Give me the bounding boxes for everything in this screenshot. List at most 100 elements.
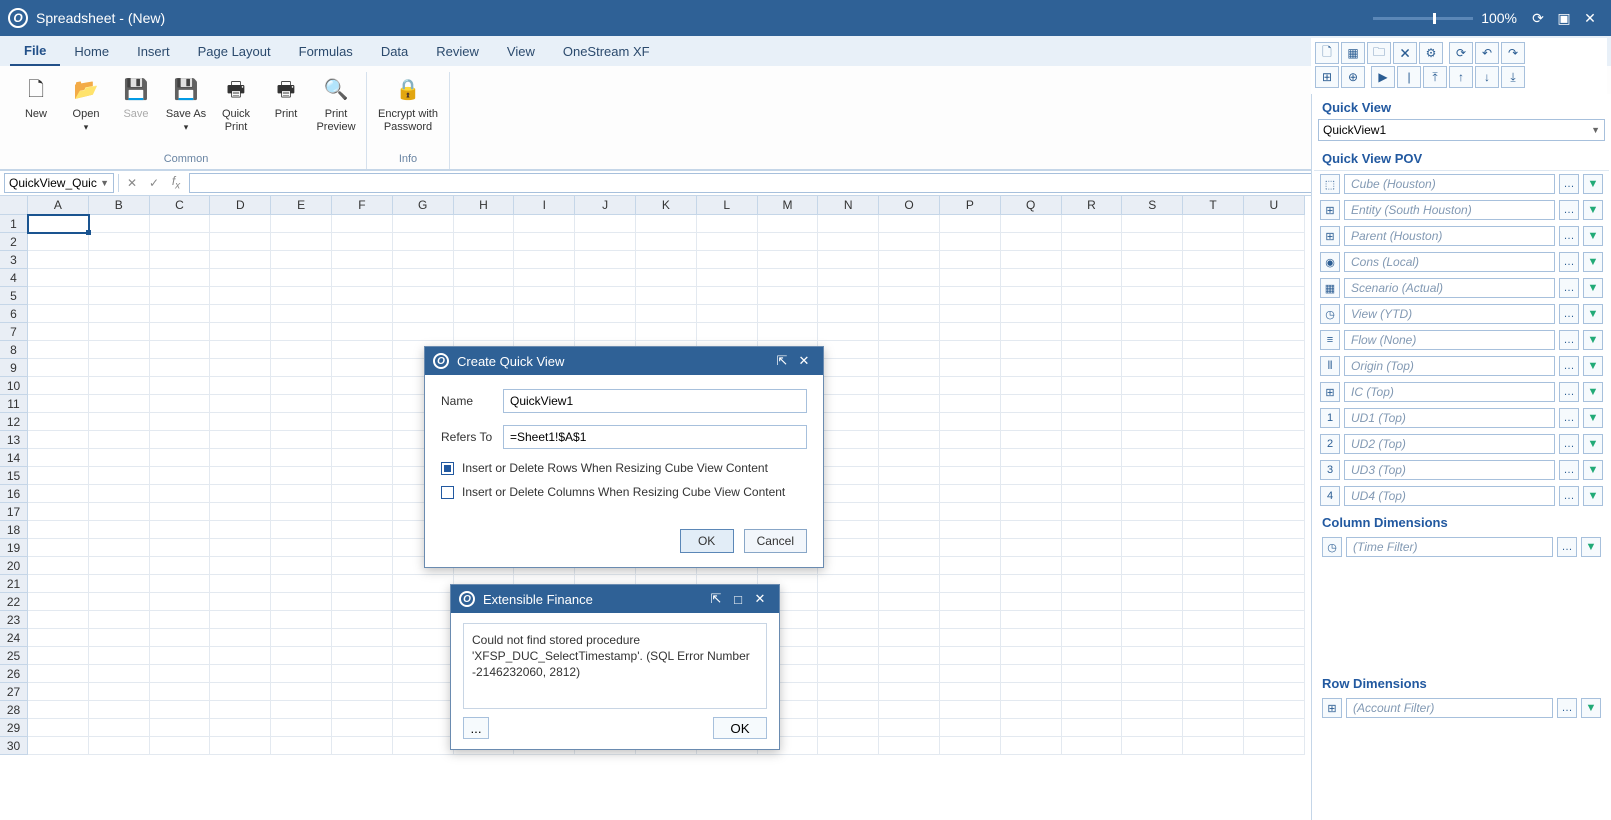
cell[interactable] — [28, 503, 89, 521]
column-header[interactable]: L — [697, 196, 758, 215]
cell[interactable] — [1062, 539, 1123, 557]
cell[interactable] — [514, 323, 575, 341]
cell[interactable] — [818, 323, 879, 341]
ellipsis-button[interactable]: … — [1559, 200, 1579, 220]
cell[interactable] — [271, 251, 332, 269]
row-header[interactable]: 2 — [0, 233, 28, 251]
cell[interactable] — [393, 611, 454, 629]
cell[interactable] — [879, 305, 940, 323]
cell[interactable] — [514, 251, 575, 269]
cell[interactable] — [89, 341, 150, 359]
cell[interactable] — [393, 647, 454, 665]
row-header[interactable]: 25 — [0, 647, 28, 665]
cell[interactable] — [818, 467, 879, 485]
cell[interactable] — [89, 431, 150, 449]
cell[interactable] — [879, 647, 940, 665]
cell[interactable] — [818, 647, 879, 665]
cell[interactable] — [89, 449, 150, 467]
tool-expand-icon[interactable]: ⤓ — [1501, 66, 1525, 88]
cell[interactable] — [575, 233, 636, 251]
cell[interactable] — [758, 323, 819, 341]
cell[interactable] — [1183, 431, 1244, 449]
cell[interactable] — [879, 359, 940, 377]
cell[interactable] — [210, 629, 271, 647]
cell[interactable] — [150, 251, 211, 269]
cell[interactable] — [1244, 359, 1305, 377]
maximize-icon[interactable]: ▣ — [1553, 7, 1575, 29]
cell[interactable] — [150, 269, 211, 287]
cell[interactable] — [1122, 719, 1183, 737]
cell[interactable] — [150, 233, 211, 251]
cell[interactable] — [940, 431, 1001, 449]
cell[interactable] — [150, 359, 211, 377]
cell[interactable] — [1122, 377, 1183, 395]
cell[interactable] — [89, 557, 150, 575]
cell[interactable] — [271, 593, 332, 611]
close-icon[interactable]: ✕ — [749, 591, 771, 607]
column-header[interactable]: A — [28, 196, 89, 215]
pov-field[interactable]: Cube (Houston) — [1344, 174, 1555, 194]
cell[interactable] — [332, 287, 393, 305]
cell[interactable] — [210, 485, 271, 503]
close-icon[interactable]: ✕ — [1579, 7, 1601, 29]
cell[interactable] — [514, 287, 575, 305]
cell[interactable] — [1001, 377, 1062, 395]
cell[interactable] — [28, 539, 89, 557]
cell[interactable] — [1001, 251, 1062, 269]
pov-field[interactable]: UD4 (Top) — [1344, 486, 1555, 506]
ellipsis-button[interactable]: … — [1559, 408, 1579, 428]
row-header[interactable]: 7 — [0, 323, 28, 341]
cell[interactable] — [28, 521, 89, 539]
cell[interactable] — [28, 647, 89, 665]
cell[interactable] — [1001, 719, 1062, 737]
cell[interactable] — [332, 539, 393, 557]
tool-refresh-icon[interactable]: ⟳ — [1449, 42, 1473, 64]
cell[interactable] — [1122, 665, 1183, 683]
cell[interactable] — [1244, 719, 1305, 737]
cell[interactable] — [1122, 503, 1183, 521]
filter-icon[interactable]: ▼ — [1583, 200, 1603, 220]
cell[interactable] — [1001, 269, 1062, 287]
cell[interactable] — [271, 323, 332, 341]
cell[interactable] — [1062, 485, 1123, 503]
cell[interactable] — [271, 557, 332, 575]
cell[interactable] — [1001, 665, 1062, 683]
row-header[interactable]: 20 — [0, 557, 28, 575]
cell[interactable] — [210, 557, 271, 575]
cell[interactable] — [514, 215, 575, 233]
row-header[interactable]: 26 — [0, 665, 28, 683]
cell[interactable] — [150, 485, 211, 503]
filter-icon[interactable]: ▼ — [1583, 434, 1603, 454]
cell[interactable] — [210, 593, 271, 611]
filter-icon[interactable]: ▼ — [1583, 356, 1603, 376]
col-dim-field[interactable]: (Time Filter) — [1346, 537, 1553, 557]
pov-field[interactable]: Scenario (Actual) — [1344, 278, 1555, 298]
cell[interactable] — [575, 215, 636, 233]
row-dim-field[interactable]: (Account Filter) — [1346, 698, 1553, 718]
cell[interactable] — [1183, 701, 1244, 719]
row-header[interactable]: 14 — [0, 449, 28, 467]
filter-icon[interactable]: ▼ — [1581, 537, 1601, 557]
cell[interactable] — [879, 251, 940, 269]
ellipsis-button[interactable]: … — [1559, 382, 1579, 402]
cell[interactable] — [879, 557, 940, 575]
formula-cancel-icon[interactable]: ✕ — [123, 176, 141, 190]
cell[interactable] — [1244, 377, 1305, 395]
cell[interactable] — [1122, 251, 1183, 269]
cell[interactable] — [1183, 737, 1244, 755]
row-header[interactable]: 3 — [0, 251, 28, 269]
tool-collapse-icon[interactable]: ⤒ — [1423, 66, 1447, 88]
cell[interactable] — [575, 323, 636, 341]
cell[interactable] — [1244, 521, 1305, 539]
cell[interactable] — [28, 215, 89, 233]
column-header[interactable]: N — [818, 196, 879, 215]
cell[interactable] — [393, 737, 454, 755]
cell[interactable] — [818, 701, 879, 719]
cell[interactable] — [28, 719, 89, 737]
maximize-icon[interactable]: □ — [727, 592, 749, 607]
cell[interactable] — [210, 341, 271, 359]
cell[interactable] — [1001, 503, 1062, 521]
cell[interactable] — [271, 539, 332, 557]
cell[interactable] — [271, 449, 332, 467]
cell[interactable] — [818, 485, 879, 503]
